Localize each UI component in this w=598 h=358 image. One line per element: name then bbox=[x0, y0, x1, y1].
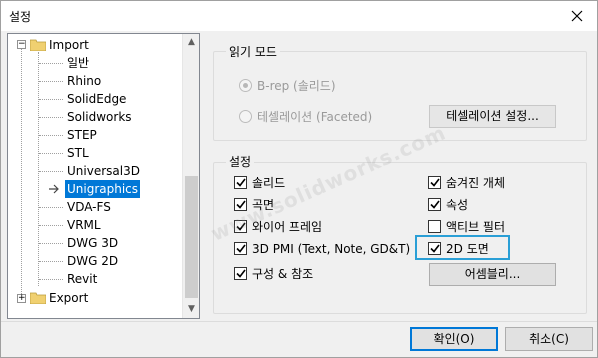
tree-connector bbox=[39, 117, 63, 118]
tree-item-universal3d[interactable]: Universal3D bbox=[67, 162, 140, 180]
close-icon bbox=[571, 10, 583, 22]
scroll-down-icon[interactable]: ▼ bbox=[183, 301, 199, 318]
tree-scrollbar[interactable]: ▲ ▼ bbox=[182, 34, 199, 318]
checkbox-3d-pmi[interactable] bbox=[234, 242, 247, 255]
tessellation-settings-button[interactable]: 테셀레이션 설정... bbox=[429, 105, 556, 128]
tree-item-export[interactable]: Export bbox=[49, 289, 88, 307]
checkbox-solid-label: 솔리드 bbox=[252, 176, 286, 190]
tree-item-solidworks[interactable]: Solidworks bbox=[67, 108, 132, 126]
tree-connector bbox=[39, 135, 63, 136]
title-bar: 설정 bbox=[1, 1, 597, 31]
settings-dialog: 설정 − Import 일반 Rhino SolidEdge Solidwork… bbox=[0, 0, 598, 358]
checkbox-2d-drawing-label: 2D 도면 bbox=[446, 242, 489, 256]
folder-icon bbox=[30, 39, 46, 51]
close-button[interactable] bbox=[557, 1, 597, 31]
radio-brep[interactable] bbox=[239, 79, 252, 92]
checkbox-attributes-label: 속성 bbox=[446, 198, 469, 212]
tree-connector bbox=[39, 225, 63, 226]
read-mode-title: 읽기 모드 bbox=[226, 43, 280, 60]
expand-export-icon[interactable]: + bbox=[17, 294, 26, 303]
check-icon bbox=[236, 269, 246, 278]
tree-item-general[interactable]: 일반 bbox=[67, 54, 89, 72]
scroll-thumb[interactable] bbox=[185, 176, 198, 298]
tree-connector bbox=[39, 279, 63, 280]
tree-item-dwg3d[interactable]: DWG 3D bbox=[67, 234, 118, 252]
checkbox-solid[interactable] bbox=[234, 176, 247, 189]
radio-faceted-label: 테셀레이션 (Faceted) bbox=[257, 110, 373, 124]
settings-title: 설정 bbox=[226, 153, 255, 170]
check-icon bbox=[236, 178, 246, 187]
tree-item-rhino[interactable]: Rhino bbox=[67, 72, 101, 90]
window-title: 설정 bbox=[9, 10, 32, 24]
radio-brep-label: B-rep (솔리드) bbox=[257, 79, 336, 93]
tree-item-step[interactable]: STEP bbox=[67, 126, 97, 144]
checkbox-hidden-objects-label: 숨겨진 개체 bbox=[446, 176, 506, 190]
checkbox-2d-drawing[interactable] bbox=[428, 242, 441, 255]
checkbox-active-filter[interactable] bbox=[428, 220, 441, 233]
scroll-up-icon[interactable]: ▲ bbox=[183, 34, 199, 51]
tree-connector bbox=[39, 261, 63, 262]
check-icon bbox=[236, 244, 246, 253]
tree-item-stl[interactable]: STL bbox=[67, 144, 89, 162]
tree-connector bbox=[39, 243, 63, 244]
checkbox-construction[interactable] bbox=[234, 267, 247, 280]
tree-item-vrml[interactable]: VRML bbox=[67, 216, 101, 234]
checkbox-3d-pmi-label: 3D PMI (Text, Note, GD&T) bbox=[252, 242, 411, 256]
tree-item-vdafs[interactable]: VDA-FS bbox=[67, 198, 111, 216]
tree-connector bbox=[38, 52, 39, 286]
checkbox-active-filter-label: 액티브 필터 bbox=[446, 220, 506, 234]
tree-connector bbox=[21, 48, 22, 298]
tree-item-solidedge[interactable]: SolidEdge bbox=[67, 90, 126, 108]
checkbox-attributes[interactable] bbox=[428, 198, 441, 211]
category-tree[interactable]: − Import 일반 Rhino SolidEdge Solidworks S… bbox=[7, 33, 200, 319]
folder-icon bbox=[30, 292, 46, 304]
tree-connector bbox=[39, 153, 63, 154]
check-icon bbox=[430, 244, 440, 253]
tree-connector bbox=[39, 171, 63, 172]
tree-item-dwg2d[interactable]: DWG 2D bbox=[67, 252, 118, 270]
tree-connector bbox=[39, 63, 63, 64]
tree-item-import[interactable]: Import bbox=[49, 36, 89, 54]
tree-connector bbox=[39, 81, 63, 82]
ok-button[interactable]: 확인(O) bbox=[410, 327, 498, 351]
arrow-pointer-icon bbox=[49, 184, 59, 194]
cancel-button[interactable]: 취소(C) bbox=[505, 327, 593, 351]
tree-item-unigraphics[interactable]: Unigraphics bbox=[65, 180, 141, 198]
collapse-import-icon[interactable]: − bbox=[17, 40, 26, 49]
assembly-button[interactable]: 어셈블리... bbox=[429, 263, 556, 286]
check-icon bbox=[430, 178, 440, 187]
tree-item-revit[interactable]: Revit bbox=[67, 270, 97, 288]
checkbox-hidden-objects[interactable] bbox=[428, 176, 441, 189]
tree-connector bbox=[39, 99, 63, 100]
tree-connector bbox=[39, 207, 63, 208]
check-icon bbox=[430, 200, 440, 209]
radio-faceted[interactable] bbox=[239, 110, 252, 123]
checkbox-construction-label: 구성 & 참조 bbox=[252, 267, 314, 281]
